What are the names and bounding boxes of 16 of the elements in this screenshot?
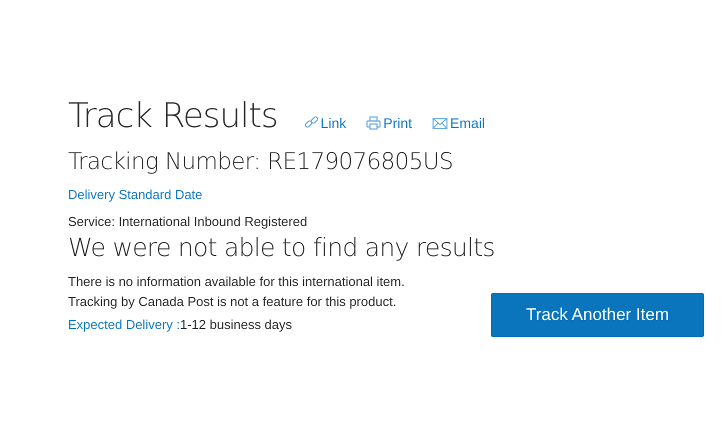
expected-delivery-value: 1-12 business days (180, 317, 292, 332)
link-icon (304, 116, 319, 130)
envelope-icon (432, 116, 448, 130)
expected-delivery-label: Expected Delivery : (68, 317, 180, 332)
message-heading: We were not able to find any results (68, 233, 496, 262)
print-link[interactable]: Print (366, 115, 412, 131)
delivery-standard-link[interactable]: Delivery Standard Date (68, 187, 202, 202)
link-link[interactable]: Link (304, 115, 346, 131)
message-text: Tracking by Canada Post is not a feature for this product. (68, 293, 398, 311)
email-link[interactable]: Email (432, 115, 486, 131)
service-text: Service: International Inbound Registered (68, 214, 308, 229)
message-text: There is no information available for this international item. (68, 273, 405, 291)
track-another-button[interactable]: Track Another Item (491, 293, 704, 337)
tracking-number: Tracking Number: RE179076805US (68, 149, 454, 175)
printer-icon (366, 116, 382, 130)
page-title: Track Results (68, 97, 278, 135)
